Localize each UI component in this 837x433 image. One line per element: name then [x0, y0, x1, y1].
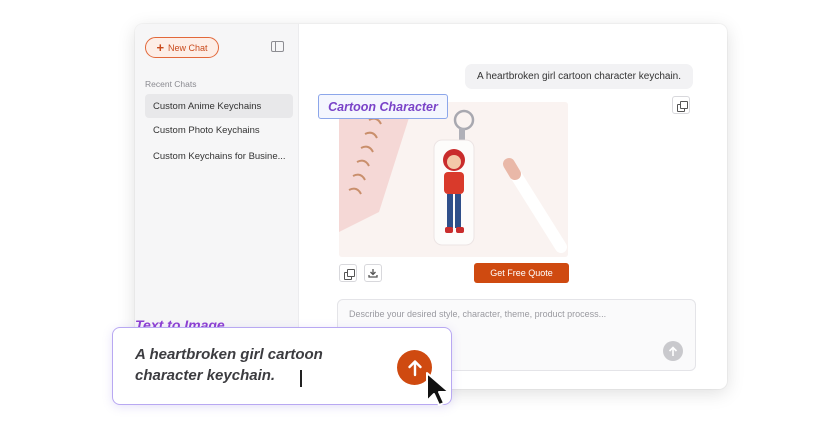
prompt-placeholder: Describe your desired style, character, … [349, 309, 607, 319]
download-icon [368, 269, 378, 278]
sidebar-item-label: Custom Keychains for Busine... [153, 150, 286, 162]
copy-icon [343, 268, 355, 280]
text-to-image-prompt: A heartbroken girl cartoon character key… [135, 344, 385, 386]
arrow-up-icon [668, 345, 678, 356]
text-caret [300, 370, 302, 387]
new-chat-label: New Chat [168, 42, 208, 53]
send-button[interactable] [663, 341, 683, 361]
cartoon-character-tag: Cartoon Character [318, 94, 448, 119]
download-image-button[interactable] [364, 264, 382, 282]
copy-icon [676, 100, 688, 112]
generated-keychain-image [339, 102, 568, 257]
new-chat-button[interactable]: + New Chat [145, 37, 219, 58]
prompt-line-1: A heartbroken girl cartoon [135, 346, 323, 363]
sidebar-item-custom-photo-keychains[interactable]: Custom Photo Keychains [145, 118, 293, 142]
mouse-cursor-icon [426, 372, 450, 406]
text-to-image-card: A heartbroken girl cartoon character key… [112, 327, 452, 405]
plus-icon: + [156, 40, 165, 55]
recent-chats-label: Recent Chats [145, 79, 197, 89]
user-message-bubble: A heartbroken girl cartoon character key… [465, 64, 693, 89]
sidebar-item-custom-keychains-business[interactable]: Custom Keychains for Busine... [145, 144, 293, 168]
arrow-up-icon [407, 359, 422, 376]
copy-image-button[interactable] [339, 264, 357, 282]
copy-message-button[interactable] [672, 96, 690, 114]
prompt-line-2: character keychain. [135, 367, 276, 384]
get-free-quote-button[interactable]: Get Free Quote [474, 263, 569, 283]
sidebar-item-custom-anime-keychains[interactable]: Custom Anime Keychains [145, 94, 293, 118]
sidebar-toggle-icon[interactable] [271, 41, 284, 52]
sidebar-item-label: Custom Anime Keychains [153, 100, 262, 112]
sidebar-item-label: Custom Photo Keychains [153, 124, 260, 136]
keychain-photo-illustration [339, 102, 568, 257]
